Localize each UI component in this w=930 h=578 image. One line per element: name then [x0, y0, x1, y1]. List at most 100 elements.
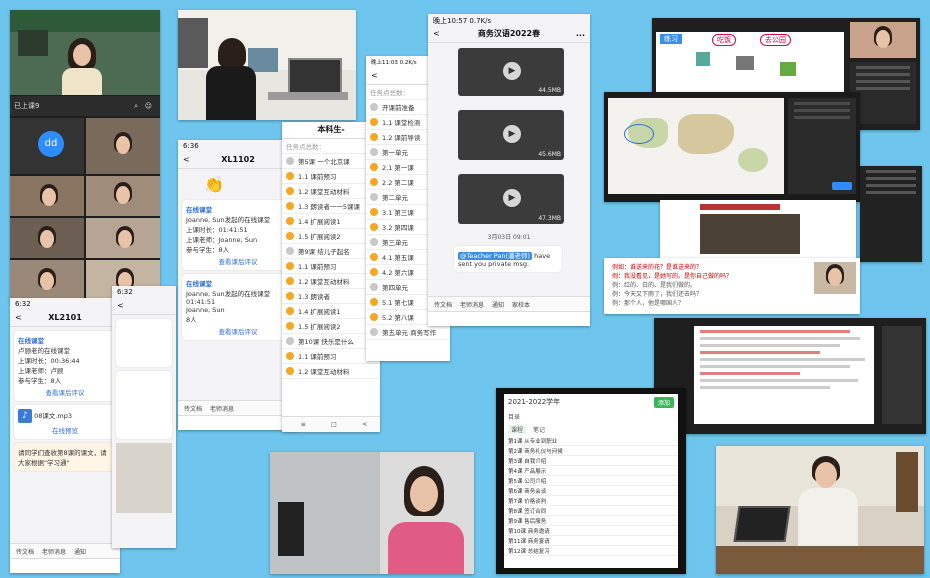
back-icon[interactable]: < — [117, 298, 124, 314]
task-item-label: 第5课 一个北京课 — [298, 158, 350, 166]
video-message[interactable]: ▶ 47.3MB — [458, 174, 564, 224]
mention-tag[interactable]: @Teacher Pan(潘老师) — [458, 252, 533, 260]
tool-teacher-msg[interactable]: 老师消息 — [460, 300, 484, 309]
outline-item-row[interactable]: 第8课 签订合同 — [504, 506, 678, 516]
teacher-with-laptop-photo — [716, 446, 924, 574]
online-class-card[interactable]: 在线课堂 Joanne, Sun发起的在线课堂 上课时长：01:41:51 上课… — [182, 200, 294, 270]
back-icon[interactable]: < — [362, 421, 367, 428]
card-title: 在线课堂 — [186, 206, 212, 214]
card-title: 在线课堂 — [186, 280, 212, 288]
audio-file-card[interactable]: ♪ 08课文.mp3 在线预览 — [14, 405, 116, 439]
chat-input[interactable] — [10, 558, 120, 573]
person-icon[interactable]: ☺ — [145, 96, 152, 116]
preview-link[interactable]: 在线预览 — [18, 425, 112, 435]
task-item-row[interactable]: 第五单元 商务写作 — [366, 325, 450, 340]
home-icon[interactable]: □ — [331, 421, 337, 428]
back-icon[interactable]: < — [371, 68, 378, 84]
video-message[interactable]: ▶ 45.6MB — [458, 110, 564, 160]
task-status-icon — [286, 262, 294, 270]
status-time: 6:36 — [183, 142, 199, 150]
task-item-label: 5.2 第八课 — [382, 314, 414, 322]
task-status-icon — [370, 253, 378, 261]
teacher-video — [10, 10, 160, 95]
outline-item-label: 第8课 签订合同 — [508, 508, 547, 515]
count-label: 参与学生： — [186, 246, 219, 254]
tab-course[interactable]: 课程 — [508, 425, 527, 434]
duration-value: 01:41:51 — [218, 226, 248, 234]
task-status-icon — [370, 313, 378, 321]
online-class-card-2[interactable]: 在线课堂 Joanne, Sun发起的在线课堂 01:41:51 Joanne,… — [182, 274, 294, 340]
count-label: 参与学生： — [18, 377, 51, 385]
tool-teacher-msg[interactable]: 老师消息 — [210, 404, 234, 413]
meeting-toolbar: 已上课9 ⌕ ☺ — [10, 96, 160, 116]
outline-item-row[interactable]: 第4课 产品展示 — [504, 466, 678, 476]
tool-document[interactable]: 传文档 — [16, 547, 34, 556]
outline-item-row[interactable]: 第12课 总结复习 — [504, 546, 678, 556]
tool-notice[interactable]: 通知 — [74, 547, 86, 556]
tool-notice[interactable]: 通知 — [492, 300, 504, 309]
outline-item-row[interactable]: 第1课 从专业到职业 — [504, 436, 678, 446]
outline-title: 2021-2022学年 — [508, 398, 561, 406]
tool-document[interactable]: 传文档 — [184, 404, 202, 413]
collage-background: 已上课9 ⌕ ☺ dd 6:32 < XL2101 在线课堂 卢顾老的在线课堂 … — [0, 0, 930, 578]
task-status-icon — [286, 187, 294, 195]
menu-icon[interactable]: ≡ — [301, 421, 306, 428]
teacher-value: 卢顾 — [50, 367, 64, 375]
tab-notes[interactable]: 笔记 — [530, 425, 548, 434]
view-feedback-link[interactable]: 查看课后评议 — [186, 256, 290, 266]
outline-item-row[interactable]: 第6课 商务会谈 — [504, 486, 678, 496]
class-chat-xl2101: 6:32 < XL2101 在线课堂 卢顾老的在线课堂 上课时长：00:36:4… — [10, 298, 120, 573]
play-icon[interactable]: ▶ — [503, 189, 521, 207]
chat-title: 商务汉语2022春 — [477, 29, 541, 38]
task-status-icon — [286, 217, 294, 225]
task-item-label: 1.4 扩展阅读1 — [298, 308, 341, 316]
online-class-card[interactable]: 在线课堂 卢顾老的在线课堂 上课时长：00:36:44 上课老师：卢顾 参与学生… — [14, 331, 116, 401]
tool-teacher-msg[interactable]: 老师消息 — [42, 547, 66, 556]
back-icon[interactable]: < — [433, 26, 440, 42]
outline-item-row[interactable]: 第11课 商务宴请 — [504, 536, 678, 546]
video-message[interactable]: ▶ 44.5MB — [458, 48, 564, 96]
slide-chip: 吃饭 — [712, 34, 736, 46]
task-item-label: 1.2 课堂互动材料 — [298, 188, 350, 196]
add-button[interactable]: 添加 — [653, 397, 674, 408]
outline-header: 目录 — [508, 414, 521, 421]
view-feedback-link[interactable]: 查看课后评议 — [18, 387, 112, 397]
task-item-label: 2.1 第一课 — [382, 164, 414, 172]
blue-button[interactable] — [832, 182, 852, 190]
outline-item-row[interactable]: 第5课 公司介绍 — [504, 476, 678, 486]
search-icon[interactable]: ⌕ — [134, 96, 138, 116]
outline-item-row[interactable]: 第2课 商务礼仪与问候 — [504, 446, 678, 456]
task-status-icon — [286, 292, 294, 300]
task-item-label: 3.2 第四课 — [382, 224, 414, 232]
back-icon[interactable]: < — [15, 310, 22, 326]
play-icon[interactable]: ▶ — [503, 62, 521, 80]
shared-document — [694, 326, 874, 424]
chat-input[interactable] — [178, 415, 298, 430]
task-item-label: 1.1 课前预习 — [298, 263, 337, 271]
task-item-label: 1.5 扩展阅读2 — [298, 233, 341, 241]
world-map — [608, 98, 784, 194]
count-value: 8人 — [186, 316, 197, 324]
outline-item-row[interactable]: 第9课 售后服务 — [504, 516, 678, 526]
board-line-2: 例：我没看见，是她写的。是你自己做的吗？ — [612, 273, 733, 280]
outline-item-row[interactable]: 第3课 自我介绍 — [504, 456, 678, 466]
task-item-row[interactable]: 1.2 课堂互动材料 — [282, 364, 380, 379]
notice-text: 请同学们查收第8课的课文，请大家根据"学习通" — [18, 449, 107, 467]
outline-item-row[interactable]: 第7课 价格谈判 — [504, 496, 678, 506]
back-icon[interactable]: < — [183, 152, 190, 168]
tool-homework[interactable]: 家校本 — [512, 300, 530, 309]
view-feedback-link[interactable]: 查看课后评议 — [186, 326, 290, 336]
task-status-icon — [286, 232, 294, 240]
task-item-label: 1.1 课前预习 — [298, 173, 337, 181]
message-bubble — [116, 319, 172, 367]
outline-item-label: 第4课 产品展示 — [508, 468, 547, 475]
tool-document[interactable]: 传文档 — [434, 300, 452, 309]
play-icon[interactable]: ▶ — [503, 125, 521, 143]
participant-video — [86, 118, 160, 174]
chat-input[interactable] — [428, 311, 590, 326]
outline-item-row[interactable]: 第10课 商务邀请 — [504, 526, 678, 536]
task-status-icon — [286, 367, 294, 375]
more-icon[interactable]: ... — [576, 26, 585, 42]
task-item-label: 开课前准备 — [382, 104, 415, 112]
slide-chip: 去公园 — [760, 34, 791, 46]
